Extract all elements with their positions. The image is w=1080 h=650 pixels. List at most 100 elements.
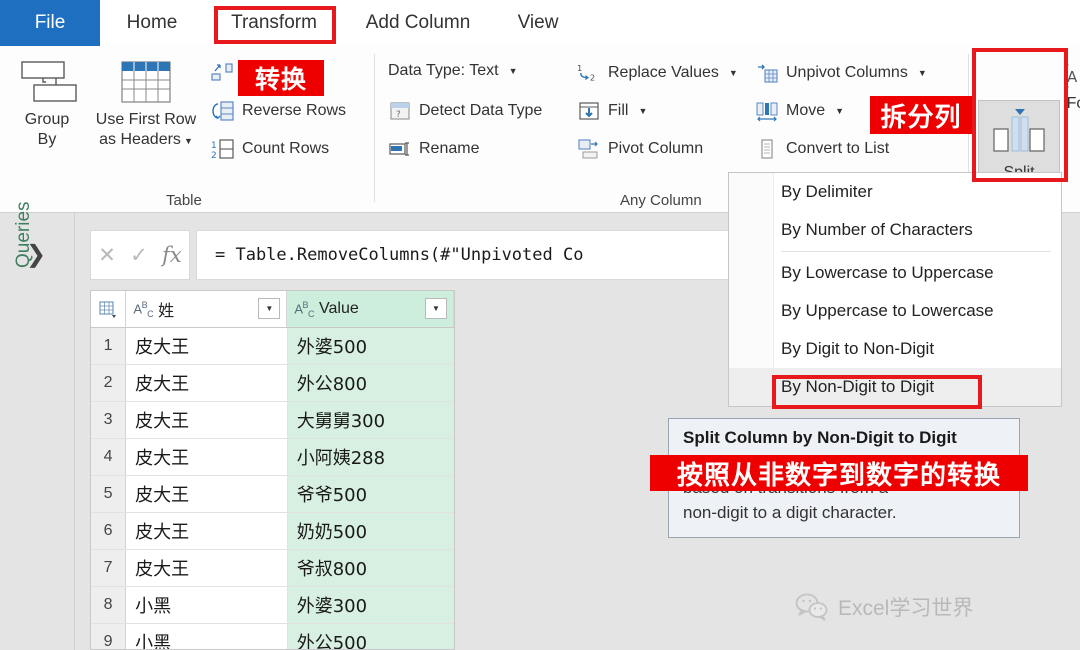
formula-bar-buttons: ✕ ✓ fx: [90, 230, 190, 280]
menu-item-by-number-of-characters[interactable]: By Number of Characters: [729, 211, 1061, 249]
table-row[interactable]: 7 皮大王 爷叔800: [91, 550, 454, 587]
tab-home-label: Home: [126, 12, 178, 33]
menu-item-by-lowercase-to-uppercase[interactable]: By Lowercase to Uppercase: [729, 254, 1061, 292]
tab-file[interactable]: File: [0, 0, 100, 46]
cell-surname[interactable]: 皮大王: [126, 513, 288, 549]
tooltip-annotation: 按照从非数字到数字的转换: [650, 455, 1028, 491]
move-button[interactable]: Move ▼: [755, 100, 844, 122]
reverse-rows-button[interactable]: Reverse Rows: [211, 100, 346, 122]
cell-surname[interactable]: 皮大王: [126, 476, 288, 512]
table-row[interactable]: 5 皮大王 爷爷500: [91, 476, 454, 513]
table-row[interactable]: 4 皮大王 小阿姨288: [91, 439, 454, 476]
cell-value[interactable]: 外公800: [287, 365, 454, 401]
split-column-menu-items: By Delimiter By Number of Characters By Lo…: [729, 173, 1061, 406]
convert-to-list-button[interactable]: Convert to List: [755, 138, 889, 160]
queries-panel: [0, 213, 75, 650]
row-index: 6: [91, 513, 127, 549]
svg-text:A: A: [1067, 68, 1078, 86]
count-rows-label: Count Rows: [242, 140, 330, 157]
use-first-row-label-2: as Headers: [99, 131, 181, 148]
tab-add-column-label: Add Column: [365, 12, 471, 33]
table-row[interactable]: 3 皮大王 大舅舅300: [91, 402, 454, 439]
svg-text:?: ?: [396, 110, 401, 120]
split-column-annotation: 拆分列: [870, 96, 972, 134]
replace-values-button[interactable]: 1 2 Replace Values ▼: [577, 62, 738, 84]
svg-text:2: 2: [590, 72, 595, 82]
tab-view[interactable]: View: [500, 0, 576, 46]
filter-dropdown-value[interactable]: ▼: [424, 298, 447, 319]
count-rows-icon: 1 2: [211, 138, 235, 160]
fill-label: Fill: [608, 102, 629, 119]
unpivot-columns-button[interactable]: Unpivot Columns ▼: [755, 62, 927, 84]
chevron-down-icon: ▼: [638, 106, 648, 116]
table-row[interactable]: 2 皮大王 外公800: [91, 365, 454, 402]
watermark: Excel学习世界: [795, 592, 973, 622]
group-by-label-1: Group: [24, 111, 70, 128]
use-first-row-as-headers-button[interactable]: Use First Row as Headers ▼: [90, 58, 202, 151]
row-index: 4: [91, 439, 127, 475]
rename-button[interactable]: Rename: [388, 138, 479, 160]
use-first-row-as-headers-icon: [121, 61, 171, 103]
unpivot-columns-label: Unpivot Columns: [786, 64, 908, 81]
group-label-any-column: Any Column: [620, 192, 702, 209]
cell-value[interactable]: 爷爷500: [287, 476, 454, 512]
grid-select-all-button[interactable]: [91, 291, 127, 327]
pivot-column-button[interactable]: Pivot Column: [577, 138, 703, 160]
menu-item-by-digit-to-non-digit[interactable]: By Digit to Non-Digit: [729, 330, 1061, 368]
table-row[interactable]: 6 皮大王 奶奶500: [91, 513, 454, 550]
row-index: 1: [91, 328, 127, 364]
svg-text:1: 1: [211, 141, 217, 151]
filter-dropdown-surname[interactable]: ▼: [258, 298, 281, 319]
table-row[interactable]: 9 小黑 外公500: [91, 624, 454, 649]
cell-value[interactable]: 外婆500: [287, 328, 454, 364]
cell-surname[interactable]: 皮大王: [126, 439, 288, 475]
row-index: 7: [91, 550, 127, 586]
cell-value[interactable]: 外婆300: [287, 587, 454, 623]
tab-home[interactable]: Home: [106, 0, 198, 46]
cell-surname[interactable]: 皮大王: [126, 328, 288, 364]
transform-tab-highlight-box: [214, 6, 336, 44]
row-index: 5: [91, 476, 127, 512]
cell-value[interactable]: 爷叔800: [287, 550, 454, 586]
cell-surname[interactable]: 皮大王: [126, 402, 288, 438]
data-type-dropdown[interactable]: Data Type: Text ▼: [388, 62, 518, 80]
cell-value[interactable]: 外公500: [287, 624, 454, 649]
non-digit-to-digit-highlight-box: [772, 375, 982, 409]
pivot-column-label: Pivot Column: [608, 140, 704, 157]
row-index: 2: [91, 365, 127, 401]
svg-text:2: 2: [211, 151, 217, 160]
table-row[interactable]: 1 皮大王 外婆500: [91, 328, 454, 365]
cell-value[interactable]: 小阿姨288: [287, 439, 454, 475]
grid-header-surname[interactable]: ABC 姓 ▼: [126, 291, 288, 327]
cell-value[interactable]: 大舅舅300: [287, 402, 454, 438]
reverse-rows-icon: [211, 100, 235, 122]
unpivot-columns-icon: [755, 62, 779, 84]
grid-header-row: ABC 姓 ▼ ABC Value ▼: [91, 291, 454, 328]
cell-surname[interactable]: 小黑: [126, 587, 288, 623]
svg-text:1: 1: [577, 63, 582, 73]
watermark-text: Excel学习世界: [838, 597, 974, 620]
count-rows-button[interactable]: 1 2 Count Rows: [211, 138, 329, 160]
formula-confirm-icon[interactable]: ✓: [130, 243, 148, 268]
convert-to-list-label: Convert to List: [786, 140, 890, 157]
detect-data-type-button[interactable]: ? Detect Data Type: [388, 100, 542, 122]
menu-item-by-uppercase-to-lowercase[interactable]: By Uppercase to Lowercase: [729, 292, 1061, 330]
grid-header-value[interactable]: ABC Value ▼: [287, 291, 454, 327]
formula-cancel-icon[interactable]: ✕: [98, 243, 116, 268]
tab-add-column[interactable]: Add Column: [348, 0, 488, 46]
cell-surname[interactable]: 小黑: [126, 624, 288, 649]
fill-button[interactable]: Fill ▼: [577, 100, 647, 122]
ribbon-tab-bar: File Home Transform Add Column View: [0, 0, 1080, 46]
cell-value[interactable]: 奶奶500: [287, 513, 454, 549]
split-column-menu: By Delimiter By Number of Characters By Lo…: [728, 172, 1062, 407]
group-label-table: Table: [166, 192, 202, 209]
formula-input[interactable]: = Table.RemoveColumns(#"Unpivoted Co: [196, 230, 816, 280]
detect-data-type-icon: ?: [388, 100, 412, 122]
cell-surname[interactable]: 皮大王: [126, 365, 288, 401]
rename-label: Rename: [419, 140, 480, 157]
formula-fx-icon[interactable]: fx: [162, 243, 182, 267]
abc-type-icon: ABC: [133, 299, 154, 319]
group-separator-1: [374, 54, 375, 202]
table-row[interactable]: 8 小黑 外婆300: [91, 587, 454, 624]
cell-surname[interactable]: 皮大王: [126, 550, 288, 586]
